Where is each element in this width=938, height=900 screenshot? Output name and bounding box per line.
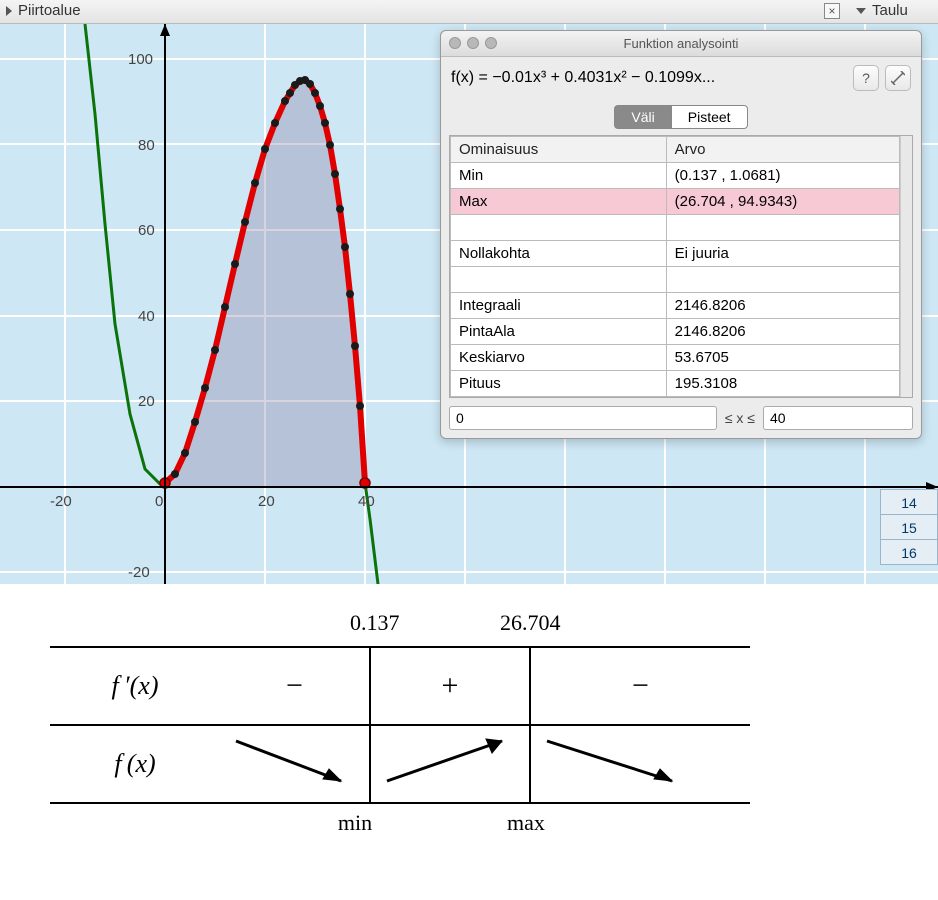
panel-tab-sheet[interactable]: Taulu [856,2,908,19]
tab-points[interactable]: Pisteet [671,105,748,129]
svg-text:-20: -20 [50,493,72,510]
panel-tab-label: Piirtoalue [18,2,81,19]
range-from-input[interactable] [449,406,717,430]
arrow-down-icon [221,731,368,791]
range-label: ≤ x ≤ [725,410,755,426]
analysis-table: Ominaisuus Arvo Min(0.137 , 1.0681) Max(… [450,136,900,397]
analysis-table-wrap: Ominaisuus Arvo Min(0.137 , 1.0681) Max(… [449,135,913,398]
table-row[interactable]: Max(26.704 , 94.9343) [451,189,900,215]
close-icon[interactable] [449,37,461,49]
svg-text:100: 100 [128,51,153,68]
sign-chart: 0.137 26.704 f ′(x) − + − f (x) min [50,610,750,804]
svg-text:20: 20 [138,393,155,410]
table-row[interactable]: Integraali2146.8206 [451,293,900,319]
range-to-input[interactable] [763,406,913,430]
svg-text:40: 40 [358,493,375,510]
panel-tab-plot[interactable]: Piirtoalue [6,2,81,19]
table-row[interactable] [451,267,900,293]
arrow-up-icon [372,731,528,791]
table-row[interactable]: Pituus195.3108 [451,371,900,397]
row-label-function: f (x) [50,725,220,803]
arrow-down-icon [532,731,749,791]
close-panel-button[interactable]: × [824,3,840,19]
interval-range: ≤ x ≤ [441,398,921,438]
table-row[interactable]: PintaAla2146.8206 [451,319,900,345]
window-titlebar[interactable]: Funktion analysointi [441,31,921,57]
critical-value-1: 0.137 [350,610,400,636]
minimize-icon[interactable] [467,37,479,49]
window-controls[interactable] [449,37,497,49]
critical-value-2: 26.704 [500,610,561,636]
panel-tab-label: Taulu [872,2,908,19]
row-label-derivative: f ′(x) [50,647,220,725]
sheet-row-header[interactable]: 16 [880,539,938,565]
max-label: max [486,810,566,836]
min-label: min [315,810,395,836]
tools-button[interactable] [885,65,911,91]
col-value: Arvo [666,137,900,163]
formula-text: f(x) = −0.01x³ + 0.4031x² − 0.1099x... [451,69,847,87]
analysis-tabs: Väli Pisteet [441,99,921,135]
sheet-row-header[interactable]: 15 [880,514,938,540]
tools-icon [891,71,905,85]
app-header: Piirtoalue × Taulu [0,0,938,24]
table-scrollbar[interactable] [900,136,912,397]
spreadsheet-stub: 14 15 16 [880,490,938,565]
svg-text:20: 20 [258,493,275,510]
tab-interval[interactable]: Väli [614,105,670,129]
svg-text:80: 80 [138,137,155,154]
svg-text:60: 60 [138,222,155,239]
window-title: Funktion analysointi [624,36,739,51]
sheet-row-header[interactable]: 14 [880,489,938,515]
table-row[interactable]: Min(0.137 , 1.0681) [451,163,900,189]
table-row[interactable]: NollakohtaEi juuria [451,241,900,267]
svg-text:40: 40 [138,308,155,325]
table-row[interactable]: Keskiarvo53.6705 [451,345,900,371]
col-property: Ominaisuus [451,137,667,163]
svg-text:0: 0 [155,493,163,510]
svg-text:-20: -20 [128,564,150,581]
zoom-icon[interactable] [485,37,497,49]
help-button[interactable]: ? [853,65,879,91]
function-analysis-window[interactable]: Funktion analysointi f(x) = −0.01x³ + 0.… [440,30,922,439]
table-row[interactable] [451,215,900,241]
